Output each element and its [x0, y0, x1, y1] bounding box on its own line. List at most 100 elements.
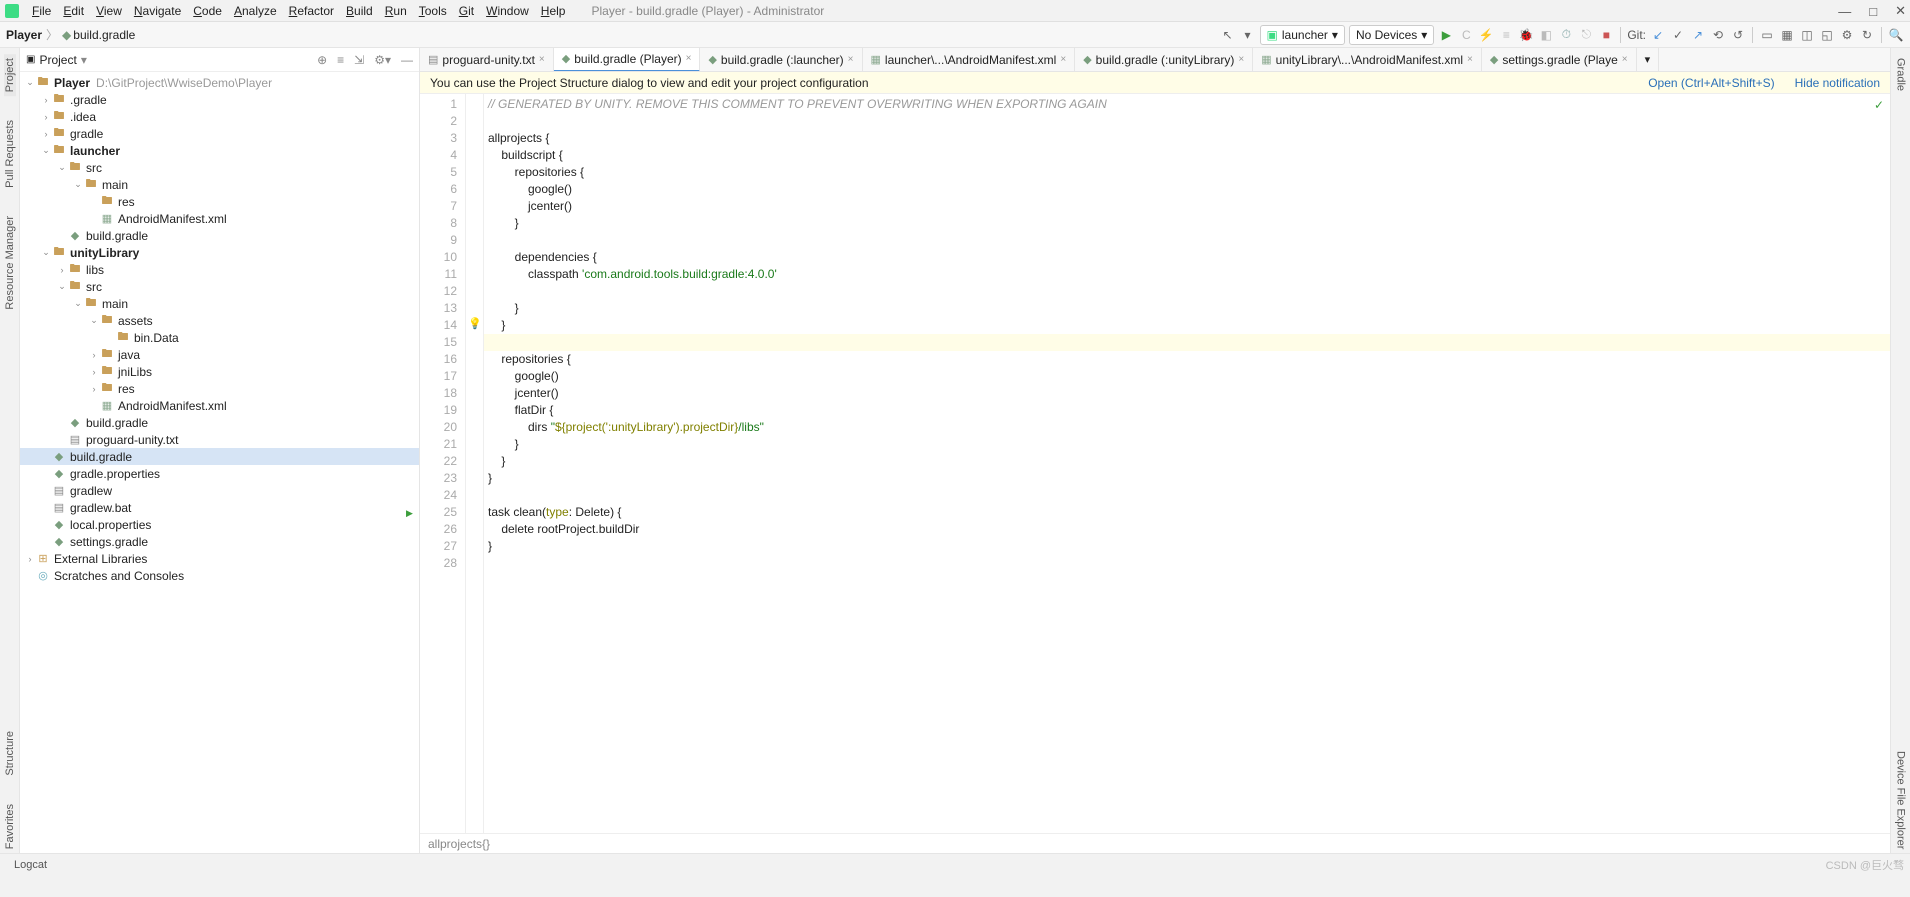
editor-tab[interactable]: ◆build.gradle (Player)×	[554, 48, 701, 72]
maximize-icon[interactable]: □	[1869, 4, 1877, 19]
run-config-combo[interactable]: ▣launcher▾	[1260, 25, 1345, 45]
favorites-tool-tab[interactable]: Favorites	[4, 800, 16, 853]
tree-item[interactable]: ›🖿java	[20, 346, 419, 363]
tree-item[interactable]: ⌄🖿Player D:\GitProject\WwiseDemo\Player	[20, 74, 419, 91]
breadcrumb-root[interactable]: Player	[6, 28, 42, 42]
device-combo[interactable]: No Devices▾	[1349, 25, 1434, 45]
editor-tab[interactable]: ◆build.gradle (:launcher)×	[700, 48, 862, 72]
resource-mgr-icon[interactable]: ◫	[1799, 27, 1815, 43]
editor-tab[interactable]: ◆build.gradle (:unityLibrary)×	[1075, 48, 1253, 72]
search-icon[interactable]: 🔍	[1888, 27, 1904, 43]
tab-close-icon[interactable]: ×	[1060, 54, 1066, 65]
apply-changes-icon[interactable]: ⚡	[1478, 27, 1494, 43]
git-update-icon[interactable]: ↙	[1650, 27, 1666, 43]
avd-icon[interactable]: ▭	[1759, 27, 1775, 43]
tree-item[interactable]: ◆gradle.properties	[20, 465, 419, 482]
settings-gear-icon[interactable]: ⚙▾	[374, 53, 391, 67]
collapse-all-icon[interactable]: ⇲	[354, 53, 364, 67]
tree-item[interactable]: ⌄🖿src	[20, 159, 419, 176]
tree-item[interactable]: ▦AndroidManifest.xml	[20, 397, 419, 414]
editor-tab[interactable]: ▤proguard-unity.txt×	[420, 48, 554, 72]
tree-item[interactable]: ▦AndroidManifest.xml	[20, 210, 419, 227]
tab-close-icon[interactable]: ×	[848, 54, 854, 65]
notice-open-link[interactable]: Open (Ctrl+Alt+Shift+S)	[1648, 76, 1774, 90]
menu-git[interactable]: Git	[453, 2, 480, 20]
attach-icon[interactable]: ⎋	[1578, 27, 1594, 43]
editor-tab[interactable]: ▦unityLibrary\...\AndroidManifest.xml×	[1253, 48, 1482, 72]
expand-all-icon[interactable]: ≡	[337, 53, 344, 67]
dropdown-icon[interactable]: ▾	[1240, 27, 1256, 43]
tab-close-icon[interactable]: ×	[1238, 54, 1244, 65]
menu-analyze[interactable]: Analyze	[228, 2, 283, 20]
tree-item[interactable]: ›⊞External Libraries	[20, 550, 419, 567]
project-view-combo[interactable]: ▣Project▾	[26, 53, 87, 67]
tree-item[interactable]: ›🖿.idea	[20, 108, 419, 125]
tree-item[interactable]: ›🖿gradle	[20, 125, 419, 142]
sync-icon[interactable]: ↻	[1859, 27, 1875, 43]
coverage-icon[interactable]: ◧	[1538, 27, 1554, 43]
fold-gutter[interactable]: 💡	[466, 94, 484, 833]
tree-item[interactable]: ⌄🖿launcher	[20, 142, 419, 159]
git-push-icon[interactable]: ↗	[1690, 27, 1706, 43]
editor-tab[interactable]: ◆settings.gradle (Playe×	[1482, 48, 1637, 72]
git-revert-icon[interactable]: ↺	[1730, 27, 1746, 43]
menu-refactor[interactable]: Refactor	[283, 2, 340, 20]
editor-tab[interactable]: ▦launcher\...\AndroidManifest.xml×	[863, 48, 1076, 72]
run-icon[interactable]: ▶	[1438, 27, 1454, 43]
git-commit-icon[interactable]: ✓	[1670, 27, 1686, 43]
tree-item[interactable]: ▤gradlew	[20, 482, 419, 499]
menu-build[interactable]: Build	[340, 2, 379, 20]
tree-item[interactable]: ◆settings.gradle	[20, 533, 419, 550]
apply-code-icon[interactable]: ≡	[1498, 27, 1514, 43]
breadcrumb-file[interactable]: build.gradle	[73, 28, 135, 42]
menu-code[interactable]: Code	[187, 2, 228, 20]
inspection-ok-icon[interactable]: ✓	[1874, 98, 1884, 112]
tree-item[interactable]: ›🖿res	[20, 380, 419, 397]
debug-icon[interactable]: 🐞	[1518, 27, 1534, 43]
code-editor[interactable]: 1234567891011121314151617181920212223242…	[420, 94, 1890, 833]
project-tool-tab[interactable]: Project	[4, 54, 16, 96]
tree-item[interactable]: ▤proguard-unity.txt	[20, 431, 419, 448]
tree-item[interactable]: 🖿res	[20, 193, 419, 210]
menu-tools[interactable]: Tools	[413, 2, 453, 20]
notice-hide-link[interactable]: Hide notification	[1795, 76, 1880, 90]
pull-requests-tool-tab[interactable]: Pull Requests	[4, 116, 16, 192]
menu-view[interactable]: View	[90, 2, 128, 20]
menu-help[interactable]: Help	[535, 2, 572, 20]
tree-item[interactable]: ◆build.gradle	[20, 414, 419, 431]
structure-tool-tab[interactable]: Structure	[4, 727, 16, 780]
profile-icon[interactable]: ⏱	[1558, 27, 1574, 43]
tab-close-icon[interactable]: ×	[686, 53, 692, 64]
intention-bulb-icon[interactable]: 💡	[468, 317, 482, 330]
tree-item[interactable]: ◎Scratches and Consoles	[20, 567, 419, 584]
git-history-icon[interactable]: ⟲	[1710, 27, 1726, 43]
tree-item[interactable]: ⌄🖿main	[20, 295, 419, 312]
sdk-icon[interactable]: ▦	[1779, 27, 1795, 43]
tree-item[interactable]: ⌄🖿unityLibrary	[20, 244, 419, 261]
project-tree[interactable]: ⌄🖿Player D:\GitProject\WwiseDemo\Player ›…	[20, 72, 419, 853]
menu-edit[interactable]: Edit	[57, 2, 90, 20]
tree-item[interactable]: ›🖿jniLibs	[20, 363, 419, 380]
device-explorer-tool-tab[interactable]: Device File Explorer	[1895, 747, 1907, 853]
minimize-icon[interactable]: —	[1838, 4, 1851, 19]
logcat-tool-tab[interactable]: Logcat	[6, 853, 55, 877]
tree-item[interactable]: ⌄🖿main	[20, 176, 419, 193]
gradle-tool-tab[interactable]: Gradle	[1895, 54, 1907, 95]
tab-close-icon[interactable]: ×	[1467, 54, 1473, 65]
tab-close-icon[interactable]: ×	[539, 54, 545, 65]
menu-run[interactable]: Run	[379, 2, 413, 20]
hide-panel-icon[interactable]: —	[401, 53, 413, 67]
tree-item[interactable]: ◆build.gradle	[20, 227, 419, 244]
menu-file[interactable]: File	[26, 2, 57, 20]
tree-item[interactable]: ▤gradlew.bat	[20, 499, 419, 516]
editor-breadcrumb[interactable]: allprojects{}	[420, 833, 1890, 853]
back-icon[interactable]: ↖	[1220, 27, 1236, 43]
app-inspect-icon[interactable]: ⚙	[1839, 27, 1855, 43]
debug-c-icon[interactable]: C	[1458, 27, 1474, 43]
close-icon[interactable]: ✕	[1895, 3, 1906, 19]
tree-item[interactable]: ◆build.gradle	[20, 448, 419, 465]
layout-validation-icon[interactable]: ◱	[1819, 27, 1835, 43]
menu-navigate[interactable]: Navigate	[128, 2, 187, 20]
tree-item[interactable]: ›🖿libs	[20, 261, 419, 278]
run-gutter-icon[interactable]: ▶	[406, 505, 413, 522]
